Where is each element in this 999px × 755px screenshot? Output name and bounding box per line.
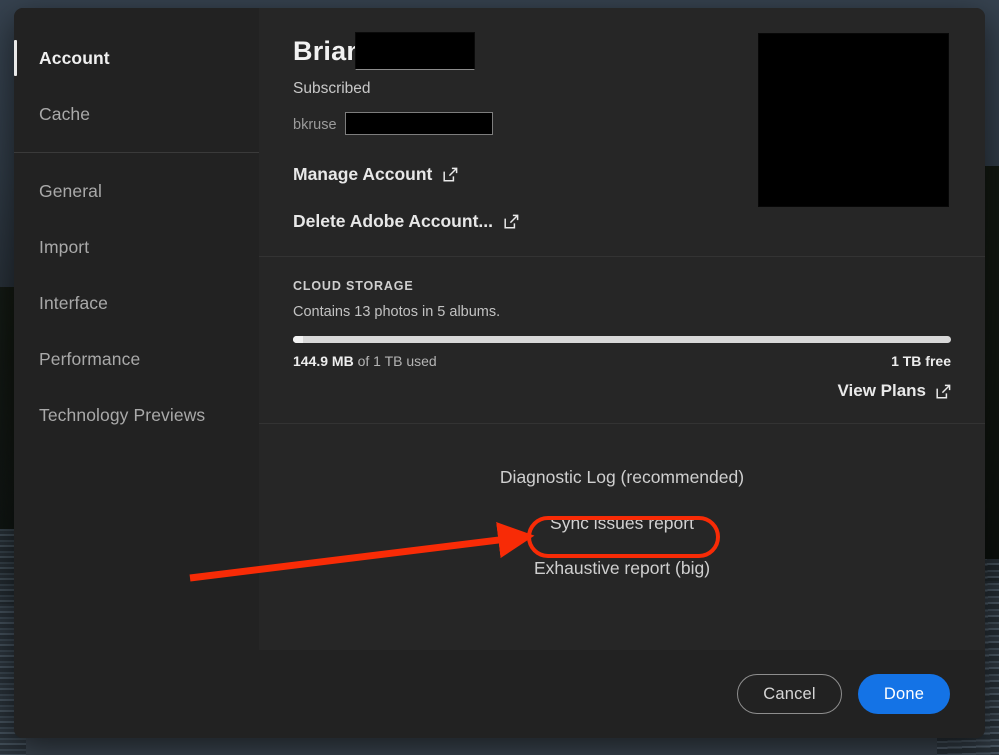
dialog-footer: Cancel Done [14, 650, 985, 738]
diagnostic-log-section: Diagnostic Log (recommended) Sync issues… [259, 424, 985, 650]
exhaustive-report-option[interactable]: Exhaustive report (big) [524, 553, 720, 585]
sidebar-item-general[interactable]: General [14, 163, 259, 219]
manage-account-label: Manage Account [293, 164, 433, 184]
delete-account-label: Delete Adobe Account... [293, 211, 493, 231]
storage-usage-bar [293, 336, 951, 343]
sidebar-item-label: Cache [39, 103, 91, 124]
storage-usage-legend: 144.9 MB of 1 TB used 1 TB free [293, 353, 951, 369]
storage-used-suffix: of 1 TB used [357, 353, 437, 369]
redaction-box-email [345, 112, 493, 135]
account-details: Brian Subscribed bkruse Manage Account D… [293, 30, 758, 232]
sidebar-item-label: Performance [39, 348, 141, 369]
preferences-sidebar: Account Cache General Import Interface P… [14, 8, 259, 650]
redaction-box-avatar [758, 33, 949, 207]
account-name: Brian [293, 35, 364, 66]
preferences-content: Brian Subscribed bkruse Manage Account D… [259, 8, 985, 650]
sidebar-item-label: Account [39, 47, 110, 68]
sidebar-item-label: Import [39, 236, 90, 257]
sidebar-item-performance[interactable]: Performance [14, 331, 259, 387]
cancel-button[interactable]: Cancel [737, 674, 842, 714]
storage-usage-fill [293, 336, 303, 343]
dialog-body: Account Cache General Import Interface P… [14, 8, 985, 650]
preferences-dialog: Account Cache General Import Interface P… [14, 8, 985, 738]
account-name-row: Brian [293, 30, 758, 72]
diagnostic-log-heading[interactable]: Diagnostic Log (recommended) [490, 462, 754, 494]
sync-issues-report-option[interactable]: Sync issues report [540, 508, 704, 540]
sidebar-item-label: Interface [39, 292, 108, 313]
external-link-icon [443, 167, 458, 182]
selection-indicator [14, 40, 17, 76]
view-plans-link[interactable]: View Plans [293, 381, 951, 401]
redaction-box-name [355, 32, 475, 70]
cloud-storage-section: CLOUD STORAGE Contains 13 photos in 5 al… [259, 257, 985, 423]
account-email: bkruse [293, 117, 337, 133]
storage-free-value: 1 TB free [891, 353, 951, 369]
storage-used-group: 144.9 MB of 1 TB used [293, 353, 437, 369]
cloud-storage-heading: CLOUD STORAGE [293, 279, 414, 293]
sidebar-divider [14, 152, 259, 153]
account-email-row: bkruse [293, 112, 758, 138]
subscription-status: Subscribed [293, 80, 371, 97]
cloud-storage-contents: Contains 13 photos in 5 albums. [293, 304, 501, 320]
sidebar-item-technology-previews[interactable]: Technology Previews [14, 387, 259, 443]
external-link-icon [936, 384, 951, 399]
delete-account-link[interactable]: Delete Adobe Account... [293, 211, 758, 232]
sidebar-item-interface[interactable]: Interface [14, 275, 259, 331]
done-button[interactable]: Done [858, 674, 950, 714]
external-link-icon [504, 214, 519, 229]
view-plans-label: View Plans [837, 381, 926, 400]
manage-account-link[interactable]: Manage Account [293, 164, 758, 185]
sidebar-item-import[interactable]: Import [14, 219, 259, 275]
sidebar-item-cache[interactable]: Cache [14, 86, 259, 142]
sidebar-item-label: Technology Previews [39, 404, 206, 425]
account-section: Brian Subscribed bkruse Manage Account D… [259, 8, 985, 256]
sidebar-item-label: General [39, 180, 102, 201]
sidebar-item-account[interactable]: Account [14, 30, 259, 86]
storage-used-value: 144.9 MB [293, 353, 354, 369]
